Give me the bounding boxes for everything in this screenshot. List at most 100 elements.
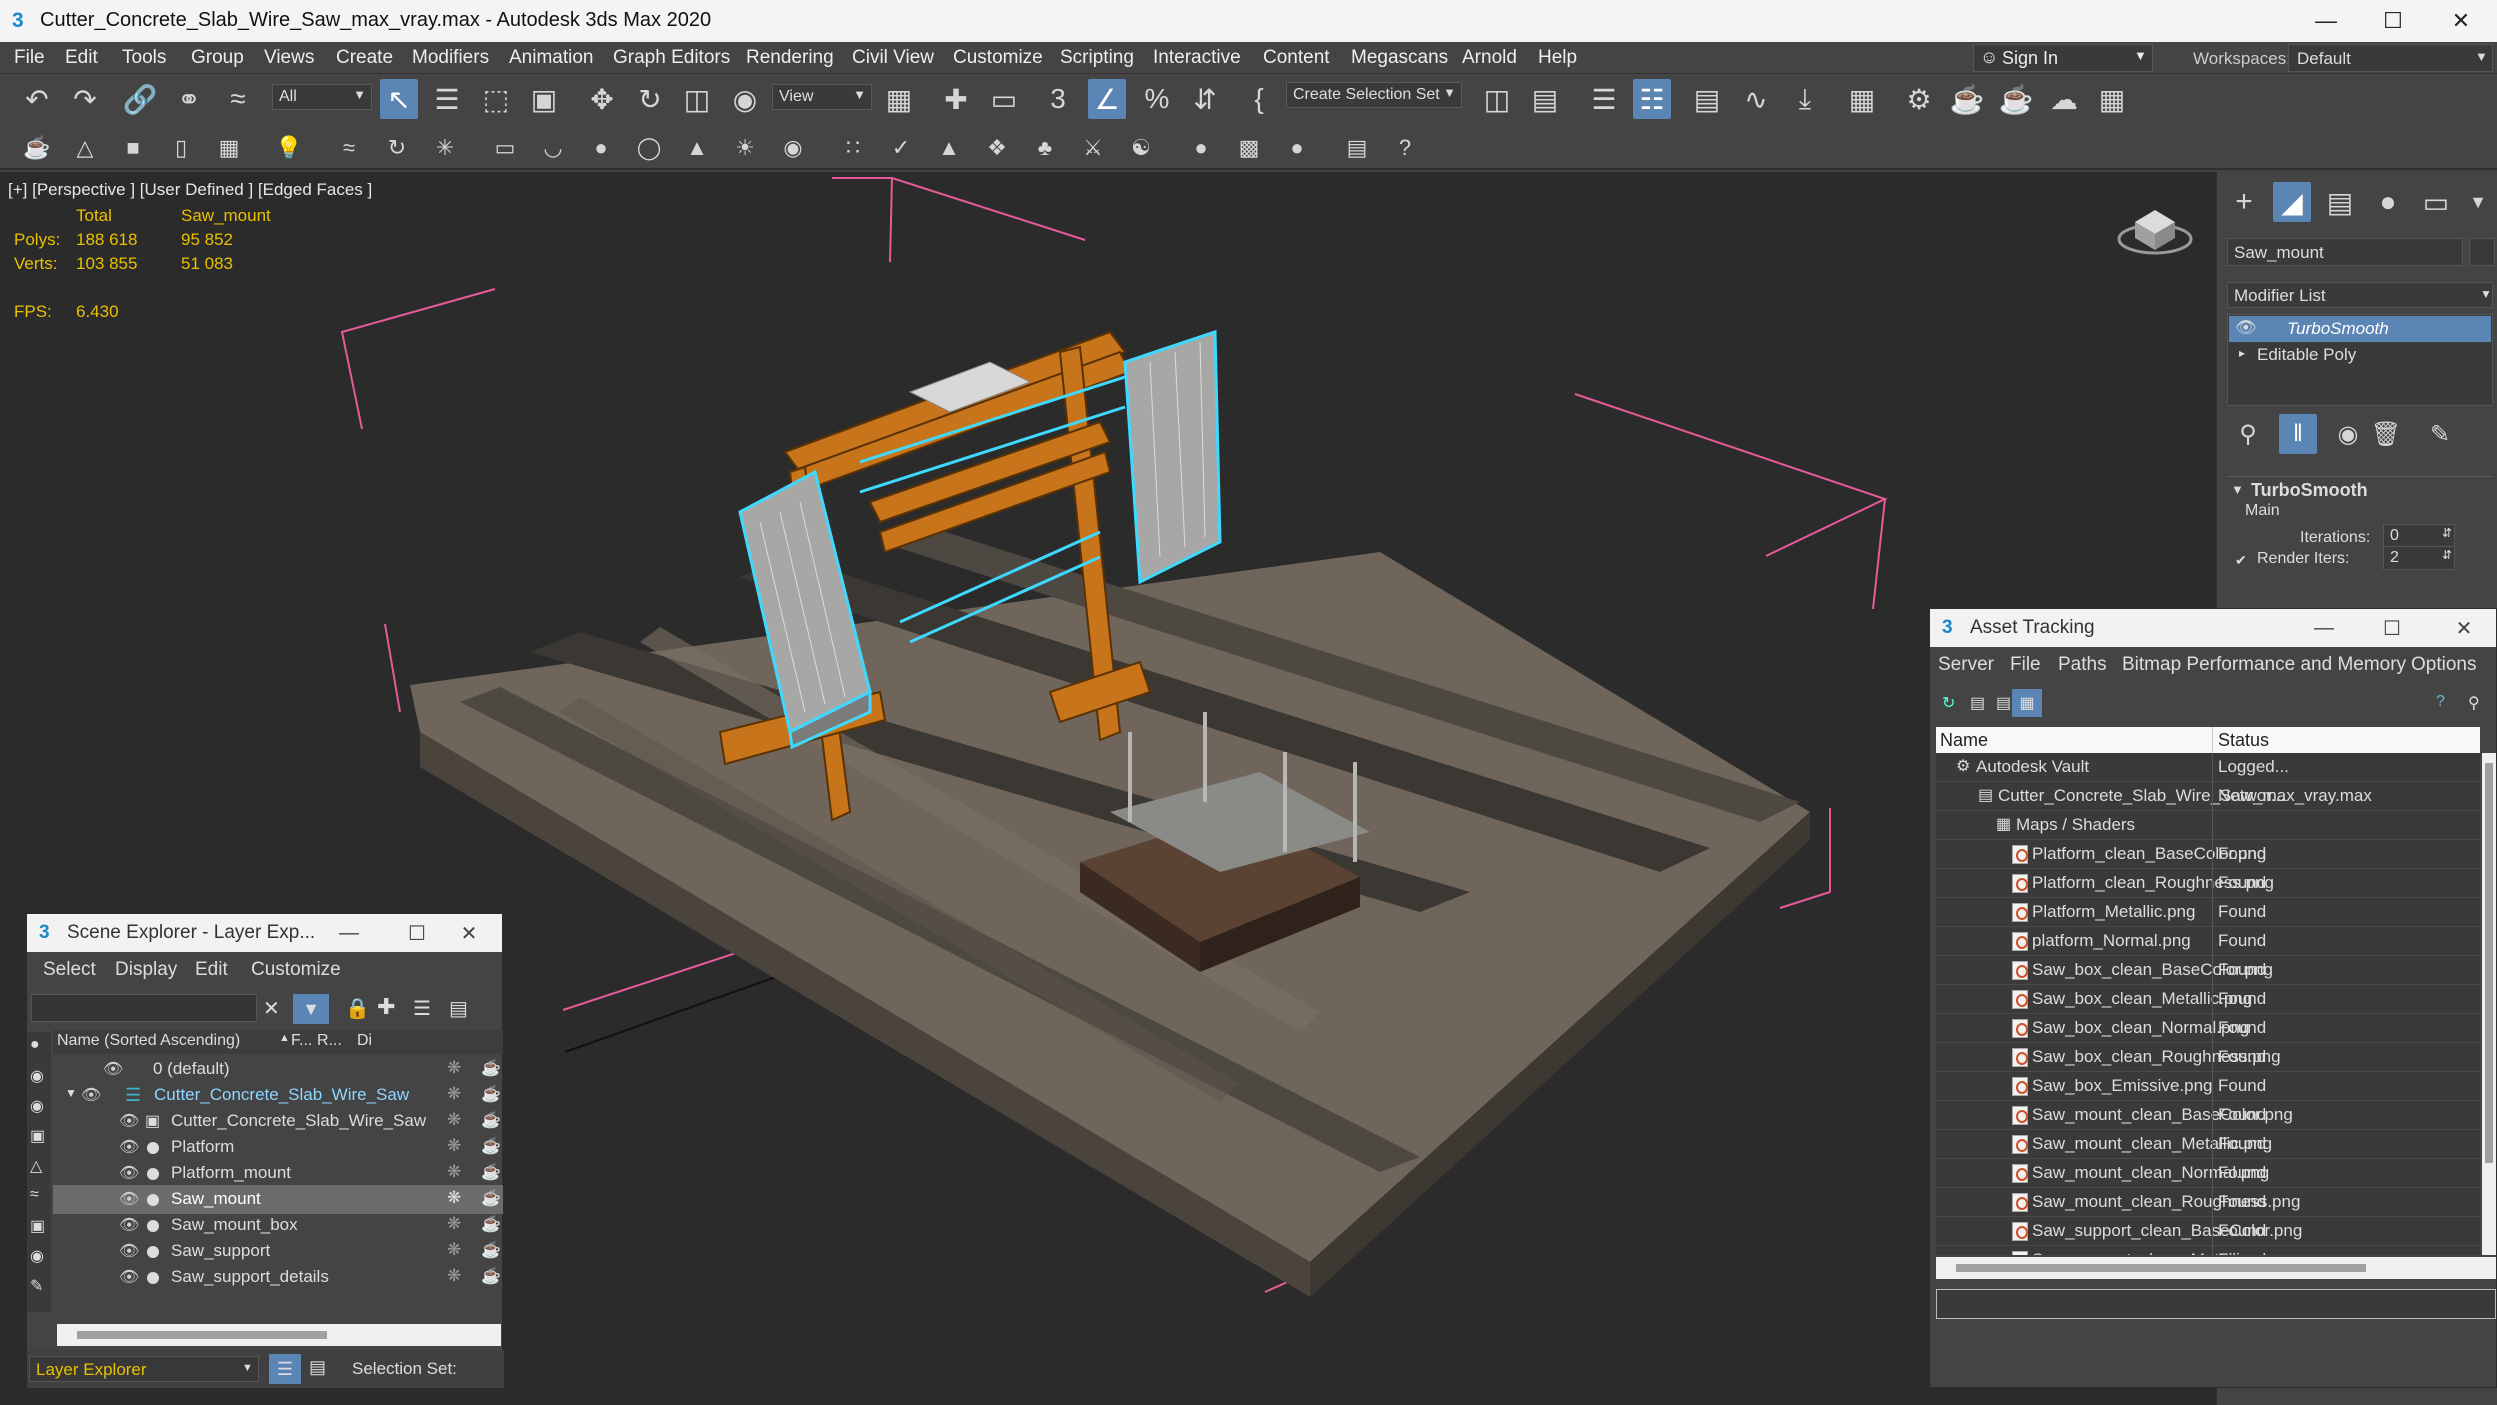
material-editor-icon[interactable]: ▦ — [1843, 79, 1881, 119]
close-button[interactable]: ✕ — [449, 916, 489, 950]
menu-edit[interactable]: Edit — [195, 959, 228, 981]
table-row[interactable]: platform_Normal.png Found — [1936, 927, 2480, 956]
eye-icon[interactable]: 👁 — [119, 1111, 139, 1131]
render-production-icon[interactable]: ☕ — [1997, 79, 2035, 119]
list-item[interactable]: 👁 0 (default) ❋ ☕ — [53, 1055, 503, 1084]
render-teapot-icon[interactable]: ☕ — [481, 1162, 501, 1182]
eye-icon[interactable]: 👁 — [103, 1059, 123, 1079]
pin-stack-icon[interactable]: ⚲ — [2229, 414, 2267, 454]
list-item[interactable]: ▼ 👁 ☰ Cutter_Concrete_Slab_Wire_Saw ❋ ☕ — [53, 1081, 503, 1110]
render-teapot-icon[interactable]: ☕ — [481, 1058, 501, 1078]
render-teapot-icon[interactable]: ☕ — [481, 1084, 501, 1104]
table-row[interactable]: Saw_support_clean_Metallic.pngFound — [1936, 1246, 2480, 1255]
table-row[interactable]: Saw_mount_clean_Normal.png Found — [1936, 1159, 2480, 1188]
table-row[interactable]: Saw_support_clean_BaseColor.png Found — [1936, 1217, 2480, 1246]
menu-views[interactable]: Views — [264, 47, 314, 69]
snaps-toggle-icon[interactable]: 3 — [1039, 79, 1077, 119]
sign-in-dropdown[interactable]: ☺ Sign In ▼ — [1973, 44, 2153, 72]
plane-icon[interactable]: ▭ — [490, 132, 520, 164]
column-r-header[interactable]: R... — [317, 1032, 342, 1050]
physics-icon[interactable]: ⚔ — [1078, 132, 1108, 164]
scene-explorer-toggle-icon[interactable]: ☰ — [1585, 79, 1623, 119]
display-all-icon[interactable]: ● — [30, 1036, 40, 1054]
eye-icon[interactable]: 👁 — [119, 1267, 139, 1287]
column-f-header[interactable]: F... — [291, 1032, 312, 1050]
close-button[interactable]: ✕ — [2444, 611, 2484, 645]
sphere-icon[interactable]: ● — [586, 132, 616, 164]
table-row[interactable]: Saw_box_clean_Metallic.png Found — [1936, 985, 2480, 1014]
configure-modifier-sets-icon[interactable]: ✎ — [2421, 414, 2459, 454]
render-teapot-icon[interactable]: ☕ — [481, 1136, 501, 1156]
table-view-icon[interactable]: ▤ — [1996, 693, 2011, 713]
freeze-icon[interactable]: ❋ — [447, 1162, 461, 1182]
eye-icon[interactable]: 👁 — [119, 1241, 139, 1261]
named-selection-set-dropdown[interactable]: Create Selection Set ▼ — [1286, 82, 1462, 108]
menu-graph-editors[interactable]: Graph Editors — [613, 47, 730, 69]
show-end-result-icon[interactable]: ‖ — [2279, 414, 2317, 454]
maximize-button[interactable]: ☐ — [2357, 0, 2429, 42]
create-tab-icon[interactable]: + — [2225, 182, 2263, 222]
table-row[interactable]: Saw_box_clean_Roughness.png Found — [1936, 1043, 2480, 1072]
minimize-button[interactable]: — — [2304, 611, 2344, 645]
path-input[interactable] — [1936, 1289, 2496, 1319]
expand-arrow-icon[interactable]: ▸ — [2239, 346, 2245, 360]
menu-tools[interactable]: Tools — [122, 47, 166, 69]
sun-icon[interactable]: ☀ — [730, 132, 760, 164]
percent-snap-icon[interactable]: % — [1138, 79, 1176, 119]
rectangular-selection-icon[interactable]: ⬚ — [477, 79, 515, 119]
lock-icon[interactable]: 🔒 — [345, 996, 370, 1021]
hierarchy-explorer-icon[interactable]: ▤ — [309, 1357, 326, 1378]
table-row[interactable]: Platform_clean_BaseColor.png Found — [1936, 840, 2480, 869]
display-tab-icon[interactable]: ▭ — [2417, 182, 2455, 222]
hierarchy-tab-icon[interactable]: ▤ — [2321, 182, 2359, 222]
freeze-icon[interactable]: ❋ — [447, 1266, 461, 1286]
bulb-icon[interactable]: 💡 — [274, 132, 304, 164]
workspace-dropdown[interactable]: Default ▼ — [2288, 44, 2493, 72]
remove-modifier-icon[interactable]: 🗑 — [2367, 414, 2405, 454]
spinner-arrows-icon[interactable]: ⇵ — [2442, 526, 2452, 540]
display-geometry-icon[interactable]: ◉ — [30, 1066, 44, 1086]
add-layer-icon[interactable]: ✚ — [377, 994, 395, 1020]
help-icon[interactable]: ? — [1390, 132, 1420, 164]
horizontal-scrollbar[interactable] — [1936, 1257, 2496, 1279]
table-row[interactable]: Saw_mount_clean_BaseColor.png Found — [1936, 1101, 2480, 1130]
pivot-center-icon[interactable]: ▦ — [880, 79, 918, 119]
menu-customize[interactable]: Customize — [251, 959, 341, 981]
menu-customize[interactable]: Customize — [953, 47, 1043, 69]
menu-create[interactable]: Create — [336, 47, 393, 69]
display-cameras-icon[interactable]: ▣ — [30, 1126, 45, 1146]
menu-interactive[interactable]: Interactive — [1153, 47, 1241, 69]
scene-explorer-titlebar[interactable]: 3 Scene Explorer - Layer Exp... — ☐ ✕ — [27, 914, 502, 952]
scrollbar-thumb[interactable] — [2485, 763, 2493, 1163]
menu-animation[interactable]: Animation — [509, 47, 594, 69]
table-row[interactable]: Saw_box_Emissive.png Found — [1936, 1072, 2480, 1101]
keyboard-shortcut-toggle-icon[interactable]: ▭ — [985, 79, 1023, 119]
menu-modifiers[interactable]: Modifiers — [412, 47, 489, 69]
scrollbar-thumb[interactable] — [77, 1331, 327, 1339]
table-row[interactable]: Saw_box_clean_BaseColor.png Found — [1936, 956, 2480, 985]
column-status-header[interactable]: Status — [2218, 730, 2269, 751]
list-item[interactable]: 👁 Platform ❋ ☕ — [53, 1133, 503, 1162]
table-row[interactable]: Platform_Metallic.png Found — [1936, 898, 2480, 927]
cone-icon[interactable]: ▲ — [682, 132, 712, 164]
menu-arnold[interactable]: Arnold — [1462, 47, 1517, 69]
redo-icon[interactable]: ↷ — [66, 79, 104, 119]
volume-icon[interactable]: ☯ — [1126, 132, 1156, 164]
render-elements-icon[interactable]: ● — [1282, 132, 1312, 164]
collapse-arrow-icon[interactable]: ▼ — [65, 1086, 77, 1100]
rollout-title[interactable]: TurboSmooth — [2251, 480, 2368, 501]
list-item[interactable]: 👁 Saw_support_details ❋ ☕ — [53, 1263, 503, 1292]
close-button[interactable]: ✕ — [2425, 0, 2497, 42]
placement-icon[interactable]: ◉ — [726, 79, 764, 119]
menu-file[interactable]: File — [14, 47, 45, 69]
grid-icon[interactable]: ▦ — [214, 132, 244, 164]
menu-edit[interactable]: Edit — [65, 47, 98, 69]
eye-icon[interactable]: 👁 — [119, 1137, 139, 1157]
scatter-icon[interactable]: ∷ — [838, 132, 868, 164]
menu-options[interactable]: Options — [2411, 654, 2476, 676]
object-color-swatch[interactable] — [2469, 238, 2495, 266]
list-view-icon[interactable]: ▤ — [1970, 693, 1985, 713]
freeze-icon[interactable]: ❋ — [447, 1188, 461, 1208]
display-xrefs-icon[interactable]: ◉ — [30, 1246, 44, 1266]
render-teapot-icon[interactable]: ☕ — [481, 1188, 501, 1208]
